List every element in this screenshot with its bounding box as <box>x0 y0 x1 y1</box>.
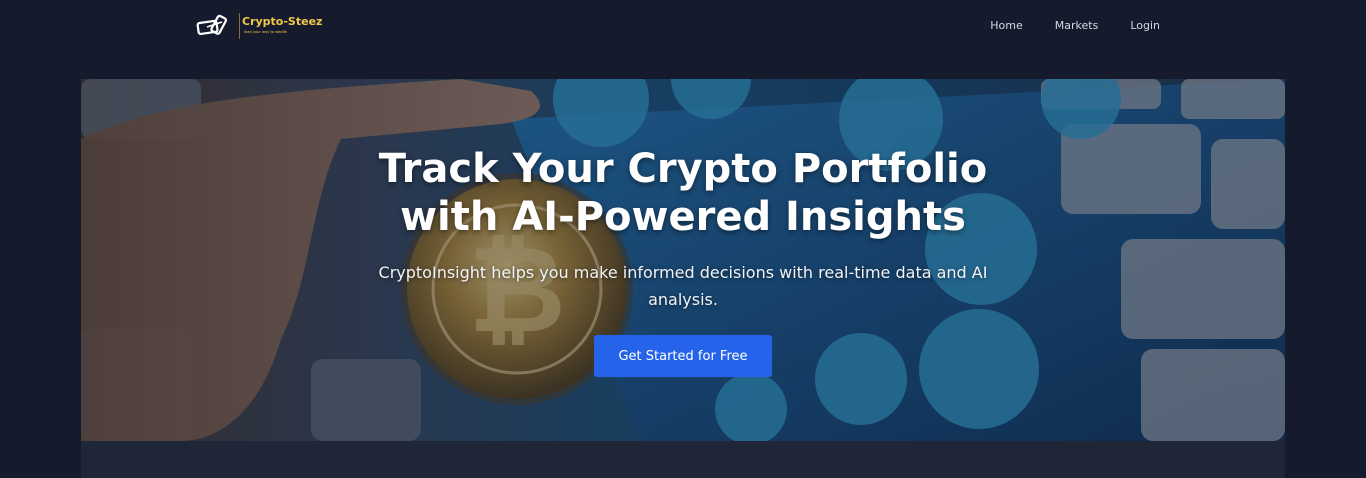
hero-title-line-2: with AI-Powered Insights <box>400 194 966 240</box>
chain-link-icon <box>196 13 240 39</box>
nav-link-markets[interactable]: Markets <box>1055 19 1099 32</box>
content-section <box>81 441 1285 478</box>
hero-content: Track Your Crypto Portfolio with AI-Powe… <box>81 79 1285 441</box>
hero-title: Track Your Crypto Portfolio with AI-Powe… <box>81 145 1285 241</box>
hero-section: ₿ Track Your Crypto Portfolio with AI-Po… <box>81 79 1285 441</box>
hero-title-line-1: Track Your Crypto Portfolio <box>378 146 988 192</box>
top-navbar: Crypto-Steez lead your way to wealth Hom… <box>0 0 1366 56</box>
main-nav: Home Markets Login <box>990 19 1160 32</box>
brand-tagline: lead your way to wealth <box>244 30 288 34</box>
hero-subtitle: CryptoInsight helps you make informed de… <box>378 263 988 309</box>
brand-logo[interactable]: Crypto-Steez lead your way to wealth <box>196 12 326 39</box>
brand-name: Crypto-Steez <box>242 15 323 28</box>
nav-link-login[interactable]: Login <box>1130 19 1160 32</box>
nav-link-home[interactable]: Home <box>990 19 1022 32</box>
get-started-button[interactable]: Get Started for Free <box>594 335 772 377</box>
